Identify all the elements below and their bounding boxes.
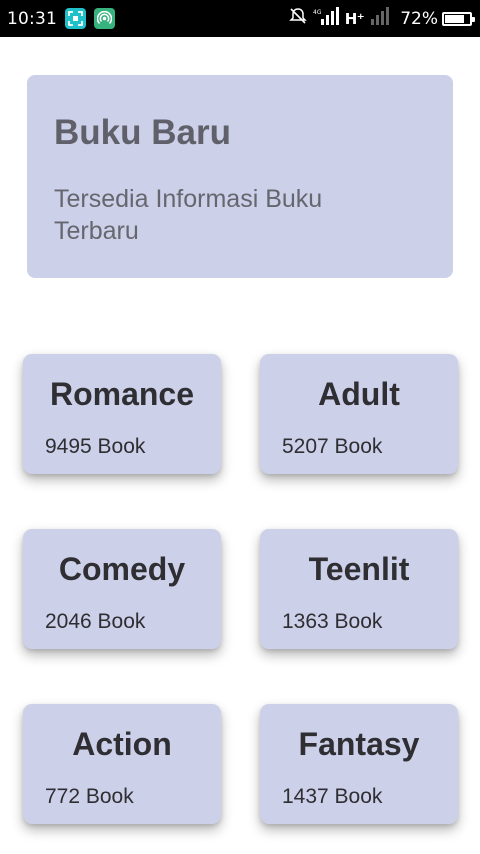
category-name: Adult (318, 376, 400, 412)
category-name: Comedy (58, 551, 186, 587)
category-count: 1437 Book (282, 785, 383, 808)
battery-icon (442, 11, 475, 26)
category-card-romance[interactable]: Romance 9495 Book (23, 354, 221, 474)
category-card-action[interactable]: Action 772 Book (23, 704, 221, 824)
network-type: H⁺ (344, 9, 365, 28)
category-name: Action (72, 726, 172, 762)
signal-icon-2 (370, 7, 392, 30)
category-count: 2046 Book (45, 610, 146, 633)
header-card: Buku Baru Tersedia Informasi Buku Terbar… (27, 75, 453, 278)
category-count: 9495 Book (45, 435, 146, 458)
category-count: 5207 Book (282, 435, 383, 458)
category-card-adult[interactable]: Adult 5207 Book (260, 354, 458, 474)
category-card-comedy[interactable]: Comedy 2046 Book (23, 529, 221, 649)
mute-icon (288, 7, 307, 30)
signal-icon: 4G (313, 7, 339, 30)
category-name: Teenlit (308, 551, 410, 587)
header-subtitle: Tersedia Informasi Buku Terbaru (54, 185, 323, 245)
category-name: Fantasy (298, 726, 420, 762)
battery-percent: 72% (400, 8, 438, 29)
svg-text:4G: 4G (313, 9, 322, 16)
category-name: Romance (49, 376, 195, 412)
screenshot-icon (65, 8, 86, 29)
status-time: 10:31 (7, 8, 57, 29)
category-count: 772 Book (45, 785, 134, 808)
status-bar: 10:31 4G H⁺ 72% (0, 0, 480, 37)
category-card-teenlit[interactable]: Teenlit 1363 Book (260, 529, 458, 649)
header-title: Buku Baru (54, 113, 231, 152)
battery-fill (445, 14, 464, 23)
hotspot-icon (94, 8, 115, 29)
category-count: 1363 Book (282, 610, 383, 633)
category-card-fantasy[interactable]: Fantasy 1437 Book (260, 704, 458, 824)
